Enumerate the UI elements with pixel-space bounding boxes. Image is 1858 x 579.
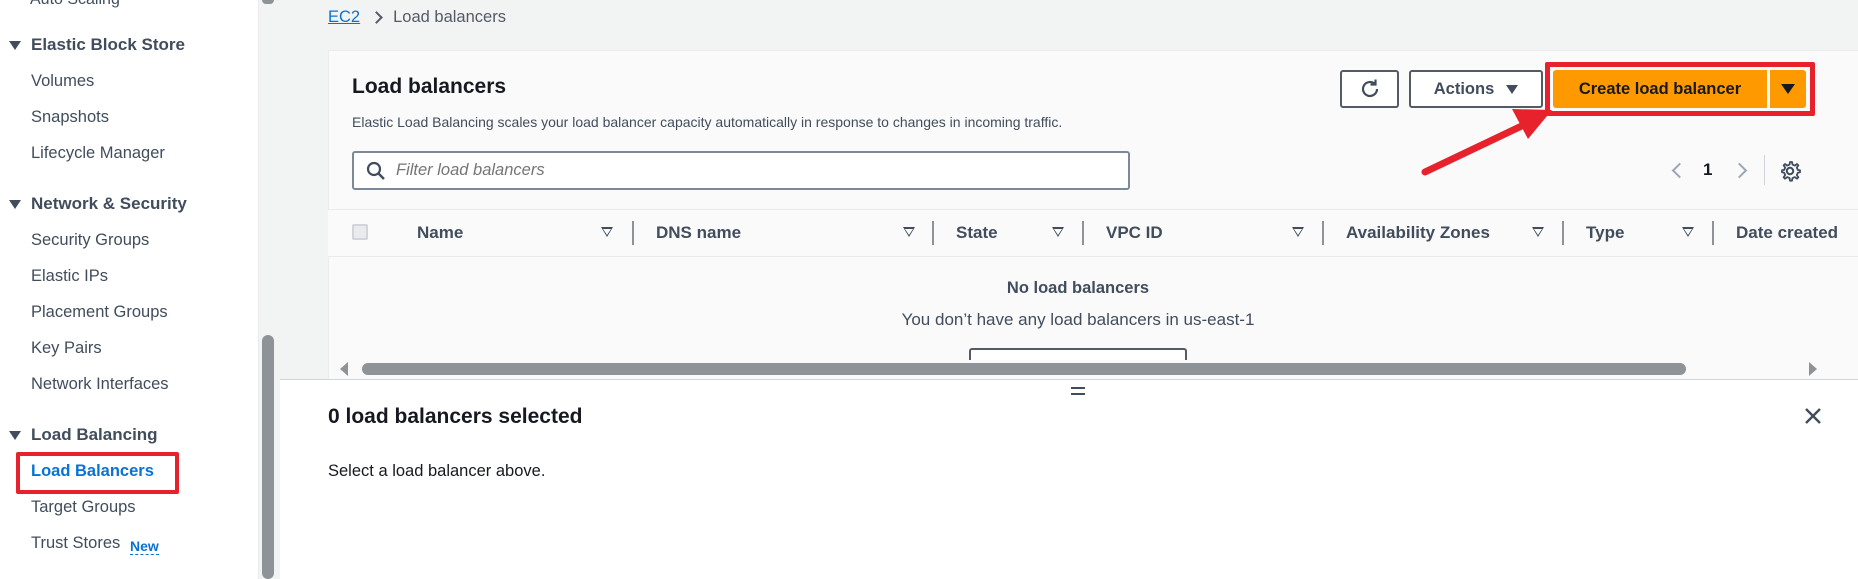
- sidebar-item-trust-stores[interactable]: Trust Stores: [31, 534, 120, 553]
- new-badge: New: [130, 538, 159, 555]
- sidebar-item-target-groups[interactable]: Target Groups: [31, 498, 136, 517]
- sidebar-item-auto-scaling[interactable]: Auto Scaling: [30, 0, 120, 9]
- horizontal-scrollbar-thumb[interactable]: [362, 363, 1686, 375]
- sidebar-item-volumes[interactable]: Volumes: [31, 72, 94, 91]
- sidebar-item-network-interfaces[interactable]: Network Interfaces: [31, 375, 169, 394]
- empty-state-title: No load balancers: [1006, 279, 1150, 297]
- sidebar-scrollbar-thumb[interactable]: [262, 335, 274, 579]
- split-panel-title: 0 load balancers selected: [328, 405, 583, 428]
- scroll-left-icon[interactable]: [340, 362, 348, 376]
- section-label: Network & Security: [31, 194, 187, 213]
- sidebar-item-lifecycle-manager[interactable]: Lifecycle Manager: [31, 144, 165, 163]
- empty-state-subtitle: You don’t have any load balancers in us-…: [901, 310, 1255, 329]
- sidebar-item-key-pairs[interactable]: Key Pairs: [31, 339, 102, 358]
- empty-state-create-button[interactable]: [969, 348, 1187, 360]
- sidebar-section-network-security[interactable]: Network & Security: [9, 194, 187, 214]
- scroll-right-icon[interactable]: [1809, 362, 1817, 376]
- sidebar-item-elastic-ips[interactable]: Elastic IPs: [31, 267, 108, 286]
- caret-down-icon: [9, 430, 21, 440]
- close-icon[interactable]: [1803, 406, 1823, 426]
- section-label: Load Balancing: [31, 425, 158, 444]
- empty-state: No load balancers You don’t have any loa…: [328, 0, 1828, 380]
- sidebar-section-load-balancing[interactable]: Load Balancing: [9, 425, 158, 445]
- annotation-highlight-box: [16, 452, 179, 494]
- split-panel-message: Select a load balancer above.: [328, 462, 546, 480]
- section-label: Elastic Block Store: [31, 35, 186, 54]
- caret-down-icon: [9, 40, 21, 50]
- sidebar-section-elastic-block-store[interactable]: Elastic Block Store: [9, 35, 185, 55]
- sidebar: Auto Scaling Elastic Block Store Volumes…: [0, 0, 258, 579]
- sidebar-item-security-groups[interactable]: Security Groups: [31, 231, 149, 250]
- sidebar-item-snapshots[interactable]: Snapshots: [31, 108, 109, 127]
- caret-down-icon: [9, 199, 21, 209]
- drag-handle-icon[interactable]: [1071, 387, 1085, 395]
- sidebar-item-placement-groups[interactable]: Placement Groups: [31, 303, 168, 322]
